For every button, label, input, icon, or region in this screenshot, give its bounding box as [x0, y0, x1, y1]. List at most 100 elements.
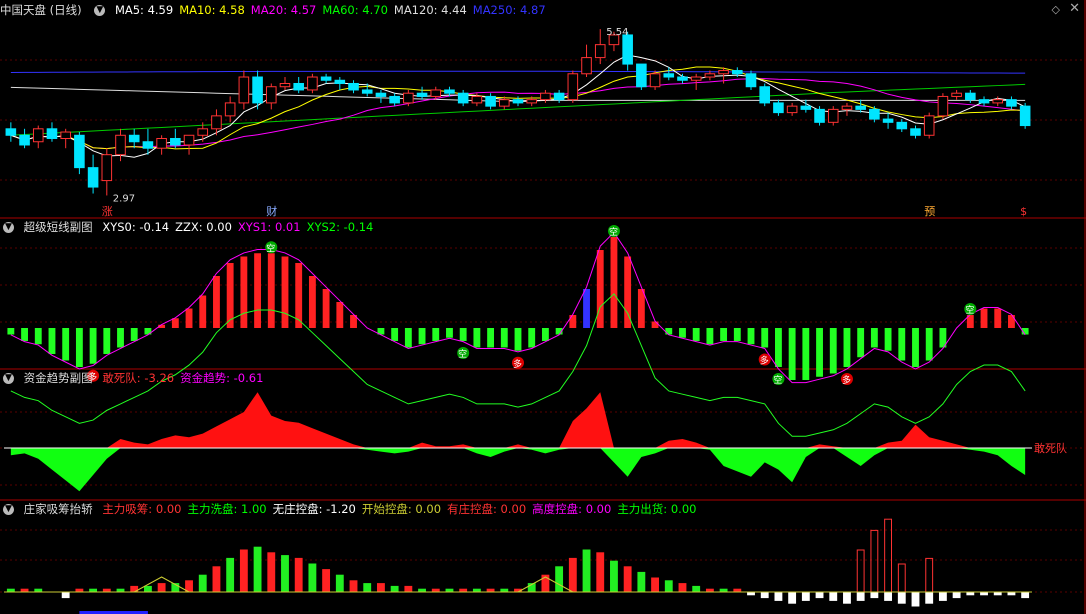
close-icon[interactable]: ✕: [1069, 1, 1080, 16]
osc-badge-text: 空: [609, 226, 618, 238]
osc-badge-text: 空: [965, 304, 974, 316]
osc-bar: [267, 253, 275, 328]
chips-bar: [226, 557, 235, 593]
chips-bar: [897, 591, 906, 604]
event-marker: 预: [924, 205, 935, 218]
chips-legend-item: 无庄控盘: -1.20: [272, 502, 356, 516]
osc-panel-header: ▼ 超级短线副图 XYS0: -0.14 ZZX: 0.00 XYS1: 0.01 X…: [0, 219, 385, 235]
candle-body: [197, 128, 209, 136]
chips-legend: 主力吸筹: 0.00 主力洗盘: 1.00 无庄控盘: -1.20 开始控盘: 0.0…: [102, 502, 702, 516]
osc-bar: [254, 253, 261, 328]
candle-body: [581, 57, 592, 75]
candle-body: [142, 141, 154, 149]
fund-legend-item: 资金趋势: -0.61: [180, 371, 264, 385]
candle-body: [1019, 105, 1031, 127]
candle-body: [910, 128, 921, 136]
candle-body: [320, 76, 332, 81]
candle-body: [512, 99, 524, 104]
candle-body: [704, 73, 716, 78]
fund-panel-menu-button[interactable]: ▼: [3, 373, 14, 384]
osc-bar: [446, 328, 453, 338]
candle-body: [965, 92, 976, 101]
chips-bar: [253, 546, 262, 593]
main-panel-header: 中国天盘 (日线) ▼ MA5: 4.59 MA10: 4.58 MA20: 4.5…: [0, 2, 558, 18]
osc-bar: [788, 328, 796, 380]
osc-bar: [500, 328, 508, 348]
chips-bar: [952, 591, 961, 599]
chips-bar: [856, 591, 865, 601]
candle-body: [814, 108, 825, 123]
osc-bar: [34, 328, 42, 345]
candle-body: [32, 128, 44, 143]
osc-bar: [528, 328, 536, 348]
main-legend-item: MA20: 4.57: [250, 3, 317, 17]
candle-body: [444, 89, 455, 94]
osc-bar: [857, 328, 865, 358]
main-panel-menu-button[interactable]: ▼: [94, 5, 106, 16]
osc-panel-menu-button[interactable]: ▼: [3, 222, 14, 233]
osc-bar: [89, 328, 97, 364]
osc-bar: [569, 315, 577, 328]
osc-bar: [21, 328, 28, 341]
main-legend-item: MA10: 4.58: [179, 3, 245, 17]
candle-body: [690, 76, 702, 81]
candle-body: [334, 79, 346, 84]
osc-bar: [514, 328, 522, 351]
osc-bar: [980, 308, 988, 328]
osc-bar: [761, 328, 769, 348]
main-panel-title: 中国天盘 (日线): [0, 3, 82, 17]
osc-badge-text: 多: [513, 358, 522, 370]
osc-badge-text: 空: [458, 348, 467, 360]
chips-legend-item: 有庄控盘: 0.00: [447, 502, 527, 516]
candle-body: [430, 89, 442, 97]
chips-bar: [322, 569, 331, 593]
osc-legend-item: XYS1: 0.01: [237, 220, 301, 234]
candle-body: [732, 70, 743, 75]
osc-bar: [596, 250, 604, 328]
chips-bar: [61, 591, 70, 599]
osc-bar: [7, 328, 15, 335]
osc-bar: [665, 328, 673, 335]
candle-body: [252, 76, 263, 104]
chips-bar: [1021, 591, 1030, 599]
chips-bar: [198, 574, 207, 593]
main-legend-item: MA120: 4.44: [393, 3, 467, 17]
candle-body: [540, 92, 551, 101]
candle-body: [978, 99, 990, 104]
osc-bar: [679, 328, 686, 338]
event-marker: $: [1020, 205, 1027, 218]
candle-body: [923, 115, 935, 136]
osc-bar: [843, 328, 851, 367]
candle-body: [74, 134, 85, 169]
candle-body: [46, 128, 58, 140]
candle-body: [759, 86, 771, 104]
osc-bar: [130, 328, 138, 341]
ma250-line: [10, 70, 1026, 74]
chips-bar: [843, 591, 851, 604]
candle-body: [293, 82, 304, 91]
candle-body: [348, 82, 359, 91]
osc-bar: [775, 328, 782, 367]
chips-bar: [938, 591, 947, 601]
osc-legend-item: XYS2: -0.14: [306, 220, 374, 234]
candle-body: [855, 105, 866, 110]
candle-body: [677, 76, 688, 81]
chips-bar: [335, 574, 344, 593]
osc-bar: [404, 328, 412, 348]
osc-bar: [994, 308, 1002, 328]
candle-body: [827, 108, 839, 123]
candle-body: [224, 102, 236, 117]
osc-bar: [199, 295, 207, 328]
collapse-icon[interactable]: ◇: [1052, 3, 1060, 16]
chips-bar: [349, 580, 358, 593]
candle-body: [718, 70, 729, 75]
event-marker: 财: [266, 204, 277, 218]
chips-legend-item: 高度控盘: 0.00: [532, 502, 612, 516]
chips-outline-bar: [897, 563, 906, 593]
chips-panel-menu-button[interactable]: ▼: [3, 504, 14, 515]
fund-area-negative: [10, 448, 1026, 492]
candle-body: [471, 95, 483, 104]
high-price-label: 5.54: [606, 27, 628, 38]
chips-bar: [623, 566, 632, 593]
candle-body: [265, 86, 277, 104]
